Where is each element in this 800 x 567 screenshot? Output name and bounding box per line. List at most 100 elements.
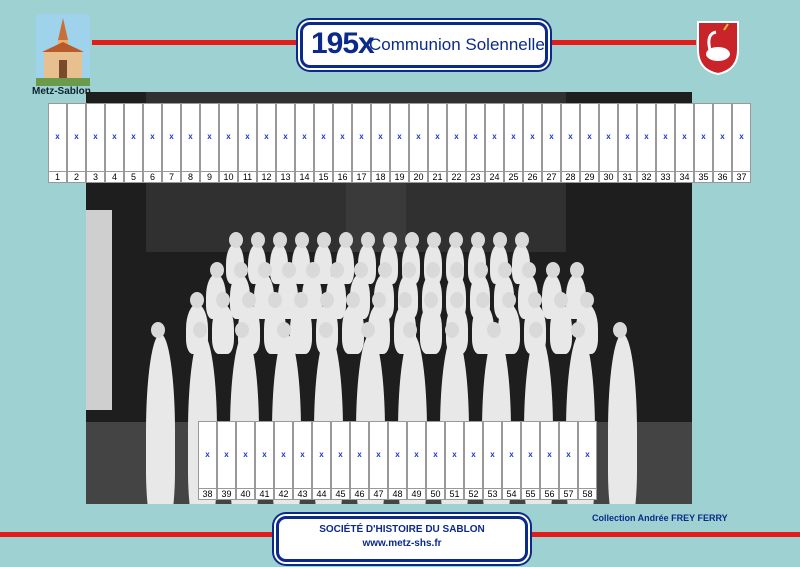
name-cell: x 37 — [732, 103, 751, 183]
cell-number: 53 — [484, 488, 501, 499]
name-cell: x 16 — [333, 103, 352, 183]
name-cell: x 10 — [219, 103, 238, 183]
cell-number: 23 — [467, 171, 484, 182]
veil-head — [528, 292, 542, 308]
placeholder-mark: x — [74, 132, 79, 141]
veil-head — [497, 262, 512, 278]
veil-head — [209, 262, 224, 278]
name-cell: x 47 — [369, 421, 388, 500]
photo-credit: Collection Andrée FREY FERRY — [592, 513, 728, 523]
name-cell: x5 — [124, 103, 143, 183]
name-cell: x 24 — [485, 103, 504, 183]
placeholder-mark: x — [131, 132, 136, 141]
placeholder-mark: x — [492, 132, 497, 141]
cell-number: 38 — [199, 488, 216, 499]
cell-number: 43 — [294, 488, 311, 499]
name-cell: x 15 — [314, 103, 333, 183]
name-cell: x 36 — [713, 103, 732, 183]
name-cell: x 55 — [521, 421, 540, 500]
name-cell: x 35 — [694, 103, 713, 183]
veil-head — [353, 262, 368, 278]
veil-head — [268, 292, 282, 308]
cell-number: 39 — [218, 488, 235, 499]
name-cell: x 30 — [599, 103, 618, 183]
placeholder-mark: x — [262, 449, 267, 459]
header-rule-right — [546, 40, 696, 45]
veil-head — [502, 292, 516, 308]
communicant-figure — [420, 304, 442, 354]
cell-number: 51 — [446, 488, 463, 499]
cell-number: 10 — [220, 171, 237, 182]
cell-number: 27 — [543, 171, 560, 182]
cell-number: 48 — [389, 488, 406, 499]
cell-number: 57 — [560, 488, 577, 499]
name-cell: x 51 — [445, 421, 464, 500]
veil-head — [521, 262, 536, 278]
placeholder-mark: x — [224, 449, 229, 459]
cell-number: 3 — [87, 171, 104, 182]
name-cell: x 32 — [637, 103, 656, 183]
cell-number: 14 — [296, 171, 313, 182]
name-cell: x 44 — [312, 421, 331, 500]
veil-head — [398, 292, 412, 308]
placeholder-mark: x — [357, 449, 362, 459]
placeholder-mark: x — [340, 132, 345, 141]
cell-number: 20 — [410, 171, 427, 182]
name-cell: x 57 — [559, 421, 578, 500]
name-cell: x 26 — [523, 103, 542, 183]
placeholder-mark: x — [585, 449, 590, 459]
name-cell: x 43 — [293, 421, 312, 500]
placeholder-mark: x — [321, 132, 326, 141]
veil-head — [401, 262, 416, 278]
name-cell: x 27 — [542, 103, 561, 183]
placeholder-mark: x — [625, 132, 630, 141]
top-name-strip: x 1 x 2 x 3 x 4 x 5 x 6 x 7 x 8 x 9 x 10 x 11 x 12 x 13 x 14 x 15 x 16 x… — [48, 103, 751, 183]
name-cell: x 34 — [675, 103, 694, 183]
placeholder-mark: x — [319, 449, 324, 459]
veil-head — [281, 262, 296, 278]
website-link[interactable]: www.metz-shs.fr — [279, 538, 525, 549]
placeholder-mark: x — [511, 132, 516, 141]
cell-number: 12 — [258, 171, 275, 182]
veil-head — [329, 262, 344, 278]
placeholder-mark: x — [682, 132, 687, 141]
placeholder-mark: x — [226, 132, 231, 141]
name-cell: x9 — [200, 103, 219, 183]
cell-number: 22 — [448, 171, 465, 182]
placeholder-mark: x — [397, 132, 402, 141]
placeholder-mark: x — [205, 449, 210, 459]
placeholder-mark: x — [169, 132, 174, 141]
placeholder-mark: x — [376, 449, 381, 459]
cell-number: 50 — [427, 488, 444, 499]
name-cell: x 56 — [540, 421, 559, 500]
name-cell: x 46 — [350, 421, 369, 500]
placeholder-mark: x — [416, 132, 421, 141]
name-cell: x 33 — [656, 103, 675, 183]
name-cell: x 52 — [464, 421, 483, 500]
veil-head — [569, 262, 584, 278]
name-cell: x 17 — [352, 103, 371, 183]
cell-number: 42 — [275, 488, 292, 499]
name-cell: x 48 — [388, 421, 407, 500]
placeholder-mark: x — [150, 132, 155, 141]
communicant-figure — [608, 334, 637, 504]
placeholder-mark: x — [490, 449, 495, 459]
placeholder-mark: x — [281, 449, 286, 459]
cell-number: 9 — [201, 171, 218, 182]
name-cell: x 25 — [504, 103, 523, 183]
veil-head — [372, 292, 386, 308]
placeholder-mark: x — [188, 132, 193, 141]
name-cell: x 53 — [483, 421, 502, 500]
cell-number: 49 — [408, 488, 425, 499]
name-cell: x 54 — [502, 421, 521, 500]
placeholder-mark: x — [473, 132, 478, 141]
placeholder-mark: x — [471, 449, 476, 459]
name-cell: x 28 — [561, 103, 580, 183]
name-cell: x 23 — [466, 103, 485, 183]
placeholder-mark: x — [264, 132, 269, 141]
veil-head — [190, 292, 204, 308]
title-year: 195x — [311, 27, 375, 60]
cell-number: 30 — [600, 171, 617, 182]
cell-number: 46 — [351, 488, 368, 499]
name-cell: x2 — [67, 103, 86, 183]
